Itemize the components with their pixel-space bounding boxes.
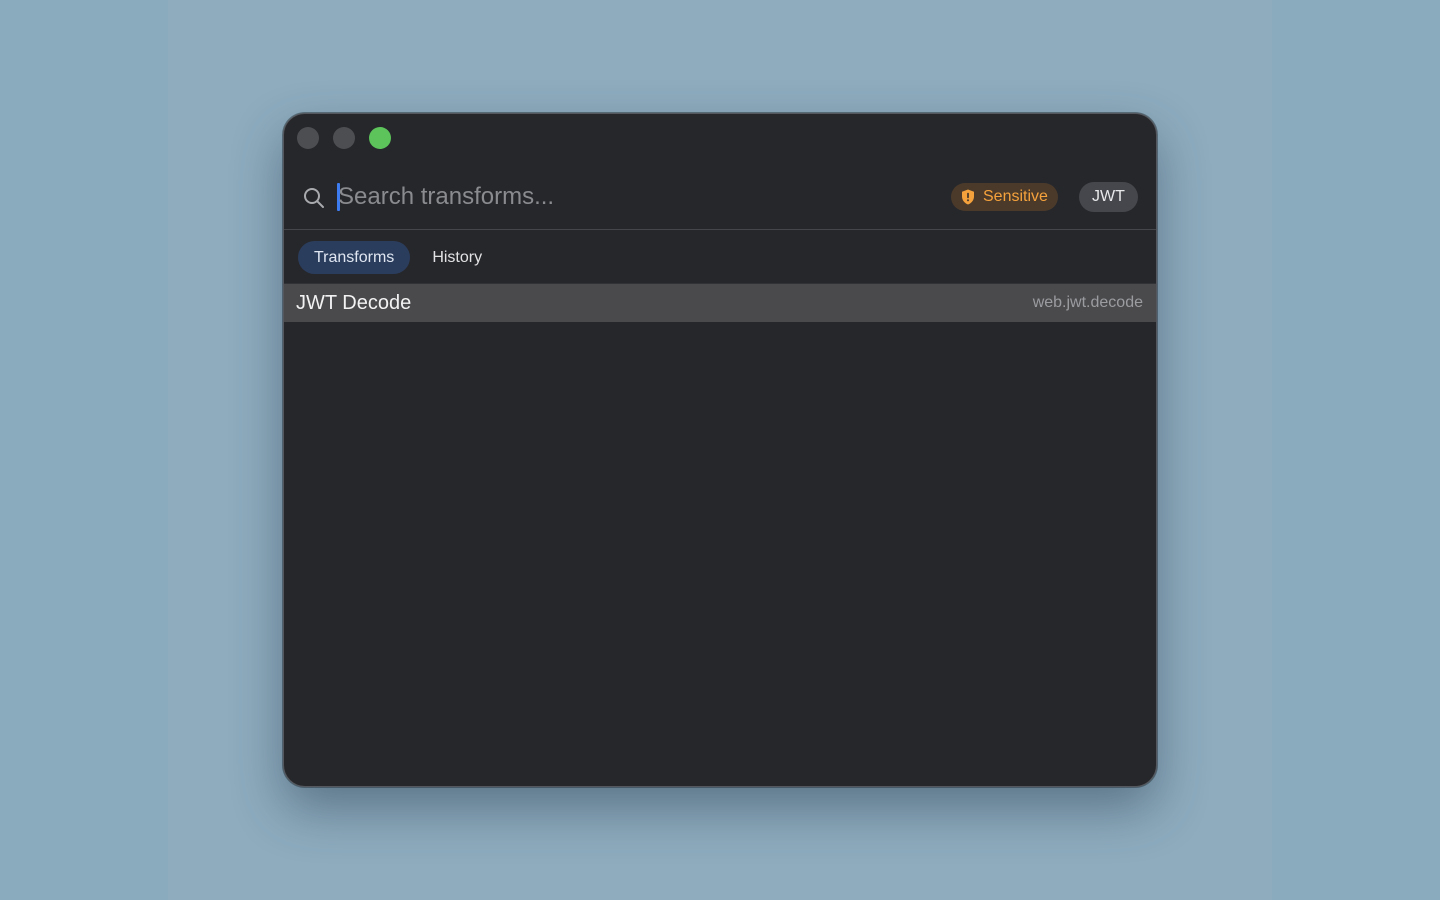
- shield-icon: [961, 189, 975, 205]
- title-bar: [284, 114, 1156, 162]
- minimize-button[interactable]: [333, 127, 355, 149]
- list-item[interactable]: JWT Decode web.jwt.decode: [284, 284, 1156, 322]
- result-identifier: web.jwt.decode: [1032, 294, 1143, 311]
- transform-palette-window: Sensitive JWT Transforms History JWT Dec…: [283, 113, 1157, 787]
- result-title: JWT Decode: [296, 291, 412, 314]
- results-list: JWT Decode web.jwt.decode: [284, 284, 1156, 322]
- zoom-button[interactable]: [369, 127, 391, 149]
- close-button[interactable]: [297, 127, 319, 149]
- tab-transforms[interactable]: Transforms: [298, 241, 411, 274]
- tab-history[interactable]: History: [416, 241, 498, 274]
- sensitive-badge: Sensitive: [951, 183, 1058, 211]
- search-icon: [302, 186, 326, 210]
- sensitive-badge-label: Sensitive: [983, 188, 1048, 205]
- search-bar: Sensitive JWT: [284, 166, 1156, 230]
- jwt-format-badge: JWT: [1079, 182, 1138, 212]
- search-input[interactable]: [338, 178, 898, 216]
- tab-bar: Transforms History: [298, 241, 498, 275]
